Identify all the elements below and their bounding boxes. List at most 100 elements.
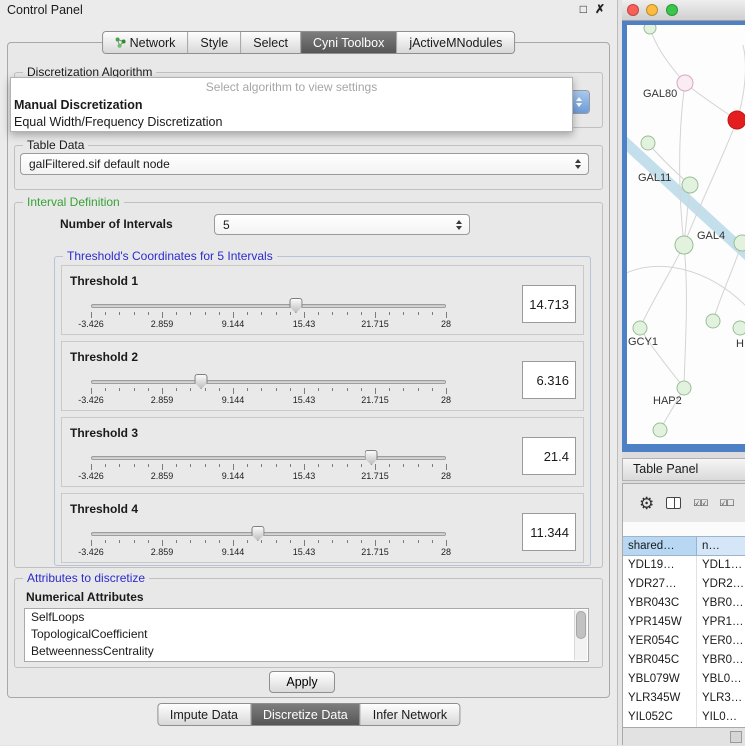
select-all-columns-icon[interactable]: ☑☑ bbox=[693, 498, 707, 509]
slider-track[interactable] bbox=[91, 380, 446, 384]
algorithm-option[interactable]: Manual Discretization bbox=[11, 97, 572, 114]
tab-label: Infer Network bbox=[373, 708, 447, 722]
tab-select[interactable]: Select bbox=[240, 32, 300, 53]
slider-thumb[interactable] bbox=[195, 374, 208, 389]
tab-infer-network[interactable]: Infer Network bbox=[360, 704, 459, 725]
network-node[interactable] bbox=[734, 235, 745, 251]
threshold-slider[interactable]: -3.4262.8599.14415.4321.71528 bbox=[91, 298, 446, 330]
scrollbar-thumb[interactable] bbox=[576, 611, 586, 639]
slider-track[interactable] bbox=[91, 304, 446, 308]
columns-icon[interactable] bbox=[666, 497, 681, 509]
table-row[interactable]: YER054CYER0… bbox=[623, 632, 745, 651]
tab-discretize-data[interactable]: Discretize Data bbox=[250, 704, 360, 725]
control-panel-tabs: NetworkStyleSelect Cyni Toolbox jActiveMNo… bbox=[102, 31, 516, 54]
network-node[interactable] bbox=[706, 314, 720, 328]
slider-track[interactable] bbox=[91, 532, 446, 536]
slider-track[interactable] bbox=[91, 456, 446, 460]
table-row[interactable]: YDR27…YDR2… bbox=[623, 575, 745, 594]
thresholds-group: Threshold's Coordinates for 5 Intervals … bbox=[54, 256, 591, 566]
slider-thumb[interactable] bbox=[365, 450, 378, 465]
table-strip bbox=[623, 522, 745, 536]
cell-shared-name: YPR145W bbox=[623, 613, 697, 632]
threshold-slider[interactable]: -3.4262.8599.14415.4321.71528 bbox=[91, 526, 446, 558]
group-title: Attributes to discretize bbox=[23, 571, 149, 585]
network-node[interactable] bbox=[675, 236, 693, 254]
numerical-attributes-list[interactable]: SelfLoopsTopologicalCoefficientBetweenne… bbox=[24, 608, 589, 662]
threshold-label: Threshold 3 bbox=[70, 426, 138, 440]
select-some-columns-icon[interactable]: ☑☐ bbox=[719, 498, 733, 509]
threshold-block: Threshold 2 -3.4262.8599.14415.4321.7152… bbox=[61, 341, 584, 411]
cell-name: YDL1… bbox=[697, 556, 745, 575]
tab-label: Cyni Toolbox bbox=[313, 36, 384, 50]
threshold-label: Threshold 2 bbox=[70, 350, 138, 364]
threshold-slider[interactable]: -3.4262.8599.14415.4321.71528 bbox=[91, 374, 446, 406]
table-row[interactable]: YBR045CYBR0… bbox=[623, 651, 745, 670]
network-canvas[interactable]: GAL80GAL11GAL4GCY1HHAP2 bbox=[627, 25, 745, 444]
column-header-shared-name[interactable]: shared… bbox=[623, 537, 697, 555]
attribute-list-item[interactable]: SelfLoops bbox=[25, 609, 588, 626]
combo-value: galFiltered.sif default node bbox=[21, 157, 170, 171]
network-node[interactable] bbox=[733, 321, 745, 335]
network-node-label: HAP2 bbox=[653, 395, 682, 407]
number-of-intervals-combobox[interactable]: 5 bbox=[214, 214, 470, 235]
tab-impute-data[interactable]: Impute Data bbox=[158, 704, 250, 725]
network-node-label: GAL80 bbox=[643, 88, 677, 100]
close-window-icon[interactable]: ✗ bbox=[595, 2, 605, 16]
threshold-value-field[interactable]: 21.4 bbox=[522, 437, 576, 475]
threshold-value-field[interactable]: 6.316 bbox=[522, 361, 576, 399]
table-row[interactable]: YBR043CYBR0… bbox=[623, 594, 745, 613]
combo-arrows-icon bbox=[575, 159, 581, 169]
table-data-combobox[interactable]: galFiltered.sif default node bbox=[20, 153, 589, 175]
table-row[interactable]: YDL19…YDL1… bbox=[623, 556, 745, 575]
network-node[interactable] bbox=[633, 321, 647, 335]
table-panel-titlebar: Table Panel bbox=[622, 458, 745, 481]
attribute-list-item[interactable]: BetweennessCentrality bbox=[25, 643, 588, 660]
tab-label: Discretize Data bbox=[263, 708, 348, 722]
numerical-attributes-label: Numerical Attributes bbox=[26, 590, 144, 604]
tab-cyni-toolbox[interactable]: Cyni Toolbox bbox=[300, 32, 396, 53]
number-of-intervals-label: Number of Intervals bbox=[60, 217, 173, 231]
network-node[interactable] bbox=[644, 25, 656, 34]
zoom-traffic-light[interactable] bbox=[666, 4, 678, 16]
slider-thumb[interactable] bbox=[289, 298, 302, 313]
column-header-name[interactable]: n… bbox=[697, 537, 745, 555]
bottom-tabs: Impute Data Discretize Data Infer Network bbox=[157, 703, 460, 726]
attributes-scrollbar[interactable] bbox=[574, 610, 587, 660]
close-traffic-light[interactable] bbox=[627, 4, 639, 16]
panel-title: Control Panel bbox=[7, 3, 83, 17]
float-window-icon[interactable]: □ bbox=[580, 2, 587, 16]
apply-button[interactable]: Apply bbox=[269, 671, 335, 693]
network-node[interactable] bbox=[677, 75, 693, 91]
tab-network[interactable]: Network bbox=[103, 32, 188, 53]
network-frame: GAL80GAL11GAL4GCY1HHAP2 bbox=[622, 21, 745, 452]
right-pane: GAL80GAL11GAL4GCY1HHAP2 Table Panel ⚙ ☑☑… bbox=[622, 0, 745, 745]
tab-jactivemnodules[interactable]: jActiveMNodules bbox=[396, 32, 514, 53]
network-node[interactable] bbox=[728, 111, 745, 129]
threshold-value-field[interactable]: 11.344 bbox=[522, 513, 576, 551]
tab-label: Impute Data bbox=[170, 708, 238, 722]
control-panel-window: Control Panel □ ✗ NetworkStyleSelect Cyni… bbox=[0, 0, 618, 745]
network-node[interactable] bbox=[677, 381, 691, 395]
threshold-slider[interactable]: -3.4262.8599.14415.4321.71528 bbox=[91, 450, 446, 482]
threshold-block: Threshold 4 -3.4262.8599.14415.4321.7152… bbox=[61, 493, 584, 563]
algorithm-placeholder-option[interactable]: Select algorithm to view settings bbox=[11, 80, 572, 97]
table-row[interactable]: YLR345WYLR3… bbox=[623, 689, 745, 708]
network-node[interactable] bbox=[653, 423, 667, 437]
minimize-traffic-light[interactable] bbox=[646, 4, 658, 16]
network-node[interactable] bbox=[682, 177, 698, 193]
table-row[interactable]: YPR145WYPR1… bbox=[623, 613, 745, 632]
threshold-value-field[interactable]: 14.713 bbox=[522, 285, 576, 323]
table-row[interactable]: YBL079WYBL0… bbox=[623, 670, 745, 689]
table-row[interactable]: YIL052CYIL0… bbox=[623, 708, 745, 727]
network-node[interactable] bbox=[641, 136, 655, 150]
slider-ticks bbox=[91, 464, 446, 471]
tab-style[interactable]: Style bbox=[187, 32, 240, 53]
cell-shared-name: YBR045C bbox=[623, 651, 697, 670]
table-panel-window: ⚙ ☑☑ ☑☐ shared… n… YDL19…YDL1…YDR27…YDR2… bbox=[622, 483, 745, 745]
control-panel-titlebar: Control Panel □ ✗ bbox=[0, 0, 617, 20]
attribute-list-item[interactable]: TopologicalCoefficient bbox=[25, 626, 588, 643]
algorithm-option[interactable]: Equal Width/Frequency Discretization bbox=[11, 114, 572, 131]
resize-grip[interactable] bbox=[730, 731, 742, 743]
slider-thumb[interactable] bbox=[251, 526, 264, 541]
gear-icon[interactable]: ⚙ bbox=[639, 495, 654, 512]
